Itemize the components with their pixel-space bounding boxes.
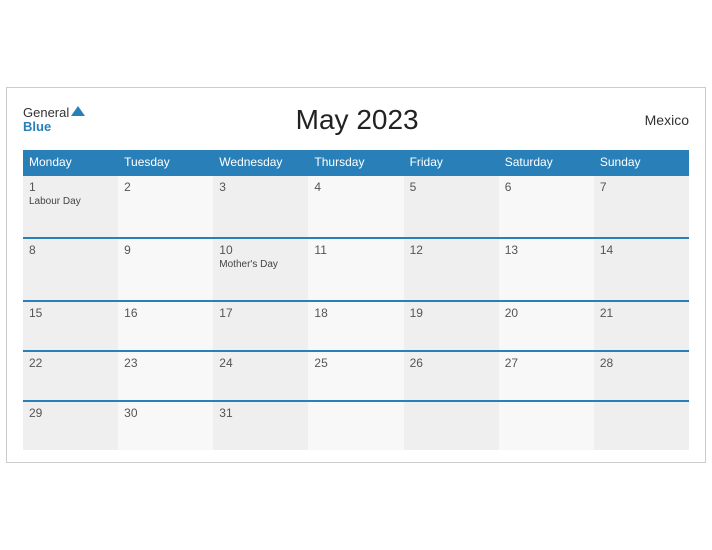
day-cell bbox=[594, 401, 689, 450]
day-cell bbox=[499, 401, 594, 450]
day-cell: 25 bbox=[308, 351, 403, 401]
day-cell: 28 bbox=[594, 351, 689, 401]
week-row-3: 15 16 17 18 19 20 21 bbox=[23, 301, 689, 351]
day-number: 12 bbox=[410, 243, 493, 257]
logo-triangle-icon bbox=[71, 106, 85, 116]
day-cell: 3 bbox=[213, 175, 308, 238]
day-event-label: Labour Day bbox=[29, 196, 112, 207]
day-number: 31 bbox=[219, 406, 302, 420]
week-row-1: 1 Labour Day 234567 bbox=[23, 175, 689, 238]
day-cell: 5 bbox=[404, 175, 499, 238]
week-row-2: 89 10 Mother's Day 11 12 13 14 bbox=[23, 238, 689, 301]
day-cell: 30 bbox=[118, 401, 213, 450]
day-number: 14 bbox=[600, 243, 683, 257]
day-number: 4 bbox=[314, 180, 397, 194]
day-cell: 29 bbox=[23, 401, 118, 450]
day-cell: 8 bbox=[23, 238, 118, 301]
day-cell: 16 bbox=[118, 301, 213, 351]
logo: General Blue bbox=[23, 106, 85, 135]
col-header-thursday: Thursday bbox=[308, 150, 403, 175]
calendar-title: May 2023 bbox=[85, 104, 629, 136]
day-number: 13 bbox=[505, 243, 588, 257]
day-number: 17 bbox=[219, 306, 302, 320]
calendar-table: MondayTuesdayWednesdayThursdayFridaySatu… bbox=[23, 150, 689, 450]
day-cell: 24 bbox=[213, 351, 308, 401]
day-cell: 14 bbox=[594, 238, 689, 301]
day-number: 6 bbox=[505, 180, 588, 194]
day-number: 30 bbox=[124, 406, 207, 420]
day-cell: 20 bbox=[499, 301, 594, 351]
col-header-wednesday: Wednesday bbox=[213, 150, 308, 175]
day-cell: 1 Labour Day bbox=[23, 175, 118, 238]
calendar-header-row: MondayTuesdayWednesdayThursdayFridaySatu… bbox=[23, 150, 689, 175]
day-cell bbox=[308, 401, 403, 450]
col-header-sunday: Sunday bbox=[594, 150, 689, 175]
calendar-country: Mexico bbox=[629, 112, 689, 128]
logo-blue-text: Blue bbox=[23, 120, 85, 134]
day-cell: 21 bbox=[594, 301, 689, 351]
day-number: 8 bbox=[29, 243, 112, 257]
col-header-friday: Friday bbox=[404, 150, 499, 175]
day-cell: 4 bbox=[308, 175, 403, 238]
day-number: 21 bbox=[600, 306, 683, 320]
day-cell: 15 bbox=[23, 301, 118, 351]
day-cell: 19 bbox=[404, 301, 499, 351]
day-number: 29 bbox=[29, 406, 112, 420]
day-cell: 23 bbox=[118, 351, 213, 401]
day-cell: 10 Mother's Day bbox=[213, 238, 308, 301]
day-cell: 2 bbox=[118, 175, 213, 238]
day-number: 28 bbox=[600, 356, 683, 370]
week-row-4: 22 23 24 25 26 27 28 bbox=[23, 351, 689, 401]
day-cell: 18 bbox=[308, 301, 403, 351]
calendar-header: General Blue May 2023 Mexico bbox=[23, 104, 689, 136]
day-number: 5 bbox=[410, 180, 493, 194]
day-number: 19 bbox=[410, 306, 493, 320]
day-cell: 22 bbox=[23, 351, 118, 401]
col-header-saturday: Saturday bbox=[499, 150, 594, 175]
day-cell: 9 bbox=[118, 238, 213, 301]
day-number: 3 bbox=[219, 180, 302, 194]
day-cell: 12 bbox=[404, 238, 499, 301]
logo-general-text: General bbox=[23, 106, 85, 120]
day-number: 18 bbox=[314, 306, 397, 320]
col-header-monday: Monday bbox=[23, 150, 118, 175]
day-number: 9 bbox=[124, 243, 207, 257]
day-number: 27 bbox=[505, 356, 588, 370]
col-header-tuesday: Tuesday bbox=[118, 150, 213, 175]
day-cell: 7 bbox=[594, 175, 689, 238]
day-event-label: Mother's Day bbox=[219, 259, 302, 270]
day-cell bbox=[404, 401, 499, 450]
week-row-5: 29 30 31 bbox=[23, 401, 689, 450]
day-number: 24 bbox=[219, 356, 302, 370]
day-number: 15 bbox=[29, 306, 112, 320]
day-number: 11 bbox=[314, 243, 397, 257]
day-number: 1 bbox=[29, 180, 112, 194]
day-cell: 26 bbox=[404, 351, 499, 401]
day-cell: 11 bbox=[308, 238, 403, 301]
day-number: 26 bbox=[410, 356, 493, 370]
day-cell: 17 bbox=[213, 301, 308, 351]
day-cell: 13 bbox=[499, 238, 594, 301]
day-number: 7 bbox=[600, 180, 683, 194]
day-cell: 31 bbox=[213, 401, 308, 450]
day-number: 16 bbox=[124, 306, 207, 320]
day-number: 2 bbox=[124, 180, 207, 194]
day-cell: 6 bbox=[499, 175, 594, 238]
day-number: 20 bbox=[505, 306, 588, 320]
day-number: 22 bbox=[29, 356, 112, 370]
day-number: 23 bbox=[124, 356, 207, 370]
day-cell: 27 bbox=[499, 351, 594, 401]
day-number: 25 bbox=[314, 356, 397, 370]
day-number: 10 bbox=[219, 243, 302, 257]
calendar-container: General Blue May 2023 Mexico MondayTuesd… bbox=[6, 87, 706, 463]
